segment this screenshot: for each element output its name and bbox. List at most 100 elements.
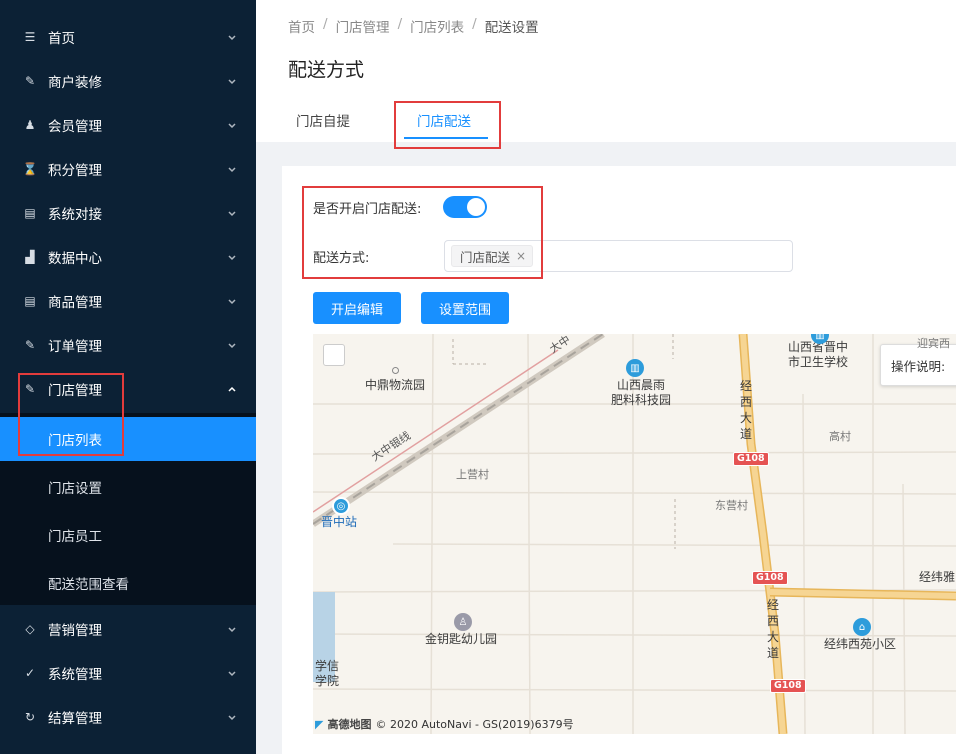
chevron-down-icon: [226, 75, 238, 87]
poi-dot-icon: [392, 367, 399, 374]
amap-logo-icon: ◤: [315, 717, 324, 731]
refresh-icon: ↻: [24, 710, 36, 724]
chevron-down-icon: [226, 251, 238, 263]
page-header: 首页 / 门店管理 / 门店列表 / 配送设置 配送方式 门店自提 门店配送: [256, 0, 956, 142]
sidebar-item-home[interactable]: ☰ 首页: [0, 15, 256, 59]
chevron-down-icon: [226, 31, 238, 43]
sidebar-item-label: 门店管理: [48, 383, 102, 399]
map-label-golden-key: 金钥匙幼儿园: [425, 632, 498, 646]
hourglass-icon: ⌛: [22, 162, 38, 176]
chevron-down-icon: [226, 667, 238, 679]
enable-edit-button[interactable]: 开启编辑: [313, 292, 401, 324]
map-label-zhongding: 中鼎物流园: [365, 378, 426, 392]
sidebar-item-label: 会员管理: [48, 119, 102, 135]
map-label-health-school: 山西省晋中 市卫生学校: [788, 340, 849, 369]
submenu-item-store-list[interactable]: 门店列表: [0, 417, 256, 461]
page-title: 配送方式: [288, 59, 365, 81]
amap-brand: 高德地图: [327, 718, 372, 731]
submenu-label: 配送范围查看: [48, 577, 129, 593]
sidebar-item-label: 首页: [48, 31, 75, 47]
submenu-item-delivery-range[interactable]: 配送范围查看: [0, 561, 256, 605]
breadcrumb-store-management[interactable]: 门店管理: [336, 16, 390, 36]
switch-knob: [467, 198, 485, 216]
map-label-shanxi-chenyu: 山西晨雨 肥料科技园: [611, 378, 672, 407]
map-label-top-right: 迎宾西: [917, 337, 950, 350]
tag-icon: ◇: [25, 622, 35, 636]
sidebar-item-points-management[interactable]: ⌛ 积分管理: [0, 147, 256, 191]
edit-icon: ✎: [24, 382, 36, 396]
sidebar-item-label: 结算管理: [48, 711, 102, 727]
sidebar-item-label: 商户装修: [48, 75, 102, 91]
breadcrumb-current: 配送设置: [484, 20, 539, 36]
sidebar-item-system-management[interactable]: ✓ 系统管理: [0, 651, 256, 695]
delivery-map[interactable]: 操作说明: 中鼎物流园 山西晨雨 肥料科技园 ▥ 山西省晋中 市卫生学校 ▥ 经…: [313, 334, 956, 734]
document-icon: ▤: [24, 294, 36, 308]
active-tab-indicator: [404, 137, 488, 139]
train-station-icon: ◎: [332, 497, 350, 515]
sidebar-item-label: 商品管理: [48, 295, 102, 311]
highway-shield-g108: G108: [752, 571, 788, 585]
breadcrumb-separator: /: [472, 16, 477, 32]
school-icon: ♙: [454, 613, 472, 631]
delivery-method-label: 配送方式:: [313, 251, 370, 266]
highway-shield-g108: G108: [733, 452, 769, 466]
submenu-item-store-staff[interactable]: 门店员工: [0, 513, 256, 557]
map-label-shangying: 上营村: [456, 468, 489, 481]
copyright-text: © 2020 AutoNavi - GS(2019)6379号: [375, 718, 574, 731]
chevron-down-icon: [226, 623, 238, 635]
building-icon: ▥: [626, 359, 644, 377]
sidebar-item-label: 系统对接: [48, 207, 102, 223]
map-label-dongying: 东营村: [715, 499, 748, 512]
sidebar-item-store-management[interactable]: ✎ 门店管理: [0, 367, 256, 411]
delivery-method-tag: 门店配送 ×: [451, 245, 534, 267]
sidebar-item-label: 系统管理: [48, 667, 102, 683]
submenu-label: 门店员工: [48, 529, 102, 545]
check-circle-icon: ✓: [24, 666, 36, 680]
sidebar-item-order-management[interactable]: ✎ 订单管理: [0, 323, 256, 367]
sidebar-item-data-center[interactable]: ▟ 数据中心: [0, 235, 256, 279]
map-copyright: ◤ 高德地图 © 2020 AutoNavi - GS(2019)6379号: [315, 716, 574, 732]
map-label-xuexin: 学信 学院: [315, 659, 340, 688]
sidebar-item-label: 数据中心: [48, 251, 102, 267]
edit-icon: ✎: [24, 338, 36, 352]
map-label-gaocun: 高村: [829, 430, 851, 443]
sidebar-item-label: 积分管理: [48, 163, 102, 179]
tab-store-delivery[interactable]: 门店配送: [417, 110, 471, 130]
tag-label: 门店配送: [460, 249, 511, 265]
sidebar-item-marketing-management[interactable]: ◇ 营销管理: [0, 607, 256, 651]
tag-close-icon[interactable]: ×: [516, 249, 526, 263]
enable-delivery-label: 是否开启门店配送:: [313, 202, 422, 217]
sidebar-item-label: 订单管理: [48, 339, 102, 355]
breadcrumb: 首页 / 门店管理 / 门店列表 / 配送设置: [288, 16, 539, 36]
sidebar-item-system-integration[interactable]: ▤ 系统对接: [0, 191, 256, 235]
building-icon: ⌂: [853, 618, 871, 636]
map-label-jingwei-ya: 经纬雅: [919, 570, 956, 584]
document-icon: ▤: [24, 206, 36, 220]
delivery-method-select[interactable]: 门店配送 ×: [444, 240, 793, 272]
breadcrumb-separator: /: [323, 16, 328, 32]
chevron-down-icon: [226, 295, 238, 307]
list-icon: ☰: [24, 30, 36, 44]
set-range-button[interactable]: 设置范围: [421, 292, 509, 324]
chart-icon: ▟: [25, 250, 35, 264]
store-submenu: 门店列表 门店设置 门店员工 配送范围查看: [0, 413, 256, 605]
sidebar-item-settlement-management[interactable]: ↻ 结算管理: [0, 695, 256, 739]
sidebar: ☰ 首页 ✎ 商户装修 ♟ 会员管理 ⌛ 积分管理 ▤ 系统对接 ▟ 数据中心 ▤ 商品管理 ✎ 订单管理 ✎ 门…: [0, 0, 256, 754]
submenu-label: 门店设置: [48, 481, 102, 497]
sidebar-item-member-management[interactable]: ♟ 会员管理: [0, 103, 256, 147]
breadcrumb-store-list[interactable]: 门店列表: [410, 16, 464, 36]
users-icon: ♟: [24, 118, 36, 132]
sidebar-item-merchant-decor[interactable]: ✎ 商户装修: [0, 59, 256, 103]
sidebar-item-label: 营销管理: [48, 623, 102, 639]
highway-shield-g108: G108: [770, 679, 806, 693]
submenu-label: 门店列表: [48, 433, 102, 449]
pen-icon: ✎: [24, 74, 36, 88]
enable-delivery-switch[interactable]: [443, 196, 487, 218]
map-control-button[interactable]: [323, 344, 345, 366]
breadcrumb-home[interactable]: 首页: [288, 16, 315, 36]
sidebar-item-product-management[interactable]: ▤ 商品管理: [0, 279, 256, 323]
chevron-down-icon: [226, 163, 238, 175]
submenu-item-store-settings[interactable]: 门店设置: [0, 465, 256, 509]
breadcrumb-separator: /: [397, 16, 403, 32]
tab-self-pickup[interactable]: 门店自提: [296, 110, 350, 130]
